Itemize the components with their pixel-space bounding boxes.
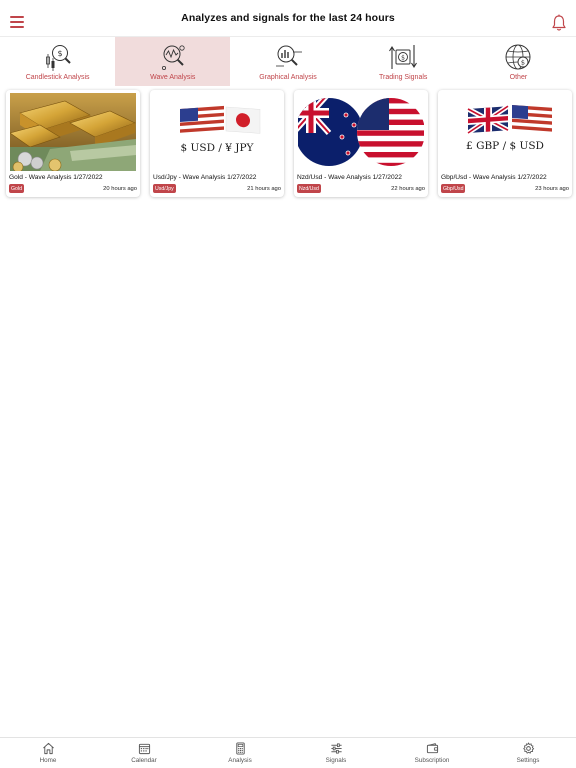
candlestick-magnifier-icon: $	[45, 45, 71, 71]
sliders-icon	[330, 743, 342, 754]
nav-subscription[interactable]: Subscription	[384, 738, 480, 768]
card-tag: Nzd/Usd	[297, 184, 321, 193]
nav-label: Analysis	[228, 757, 252, 764]
card-title: Nzd/Usd - Wave Analysis 1/27/2022	[297, 174, 402, 181]
globe-dollar-icon: $	[505, 44, 531, 70]
tab-label: Trading Signals	[379, 74, 428, 81]
svg-text:$: $	[521, 59, 525, 67]
nav-signals[interactable]: Signals	[288, 738, 384, 768]
tab-wave-analysis[interactable]: Wave Analysis	[115, 37, 231, 86]
card-tag: Usd/Jpy	[153, 184, 176, 193]
svg-text:$: $	[57, 49, 62, 58]
analysis-card-nzdusd[interactable]: Nzd/Usd - Wave Analysis 1/27/2022 Nzd/Us…	[294, 90, 428, 197]
trading-signals-icon: $	[389, 45, 418, 69]
tab-label: Wave Analysis	[150, 74, 196, 81]
calculator-icon	[235, 742, 245, 755]
card-timestamp: 23 hours ago	[535, 185, 569, 192]
graph-magnifier-icon	[276, 45, 302, 67]
tab-graphical-analysis[interactable]: Graphical Analysis	[230, 37, 345, 86]
analysis-card-list: Gold - Wave Analysis 1/27/2022 Gold 20 h…	[6, 90, 572, 200]
card-title: Usd/Jpy - Wave Analysis 1/27/2022	[153, 174, 257, 181]
gbp-usd-flags-image: £ GBP / $ USD	[442, 93, 568, 171]
image-caption: £ GBP / $ USD	[466, 140, 544, 152]
usd-jpy-flags-image: $ USD / ¥ JPY	[154, 93, 280, 171]
nav-label: Subscription	[414, 757, 450, 764]
nav-label: Calendar	[131, 757, 157, 764]
bell-icon[interactable]	[551, 14, 567, 32]
wallet-icon	[426, 743, 438, 754]
card-timestamp: 21 hours ago	[247, 185, 281, 192]
card-timestamp: 20 hours ago	[103, 185, 137, 192]
tab-other[interactable]: $ Other	[461, 37, 576, 86]
card-tag: Gbp/Usd	[441, 184, 466, 193]
svg-text:$: $	[401, 55, 405, 62]
tab-label: Candlestick Analysis	[25, 74, 90, 81]
header-bar: Analyzes and signals for the last 24 hou…	[0, 0, 576, 36]
category-tabs: $ Candlestick Analysis Wave Analysis Gra…	[0, 36, 576, 86]
bottom-navigation: Home Calendar Analysis Signals Subscript…	[0, 737, 576, 768]
gear-icon	[522, 742, 534, 754]
nav-calendar[interactable]: Calendar	[96, 738, 192, 768]
analysis-card-gold[interactable]: Gold - Wave Analysis 1/27/2022 Gold 20 h…	[6, 90, 140, 197]
nav-analysis[interactable]: Analysis	[192, 738, 288, 768]
gold-bars-image	[10, 93, 136, 171]
card-tag: Gold	[9, 184, 24, 193]
tab-label: Other	[509, 74, 528, 81]
page-title: Analyzes and signals for the last 24 hou…	[181, 12, 395, 24]
nav-settings[interactable]: Settings	[480, 738, 576, 768]
home-icon	[42, 742, 54, 755]
card-title: Gbp/Usd - Wave Analysis 1/27/2022	[441, 174, 547, 181]
analysis-card-gbpusd[interactable]: £ GBP / $ USD Gbp/Usd - Wave Analysis 1/…	[438, 90, 572, 197]
nav-label: Settings	[516, 757, 540, 764]
tab-trading-signals[interactable]: $ Trading Signals	[346, 37, 461, 86]
card-timestamp: 22 hours ago	[391, 185, 425, 192]
wave-magnifier-icon	[161, 45, 185, 70]
image-caption: $ USD / ¥ JPY	[181, 142, 255, 154]
tab-label: Graphical Analysis	[259, 74, 317, 81]
analysis-card-usdjpy[interactable]: $ USD / ¥ JPY Usd/Jpy - Wave Analysis 1/…	[150, 90, 284, 197]
nzd-usd-flags-image	[298, 93, 424, 171]
nav-label: Home	[39, 757, 57, 764]
nav-home[interactable]: Home	[0, 738, 96, 768]
nav-label: Signals	[325, 757, 347, 764]
tab-candlestick-analysis[interactable]: $ Candlestick Analysis	[0, 37, 115, 86]
calendar-icon	[138, 743, 150, 755]
hamburger-menu-icon[interactable]	[10, 16, 24, 28]
card-title: Gold - Wave Analysis 1/27/2022	[9, 174, 103, 181]
